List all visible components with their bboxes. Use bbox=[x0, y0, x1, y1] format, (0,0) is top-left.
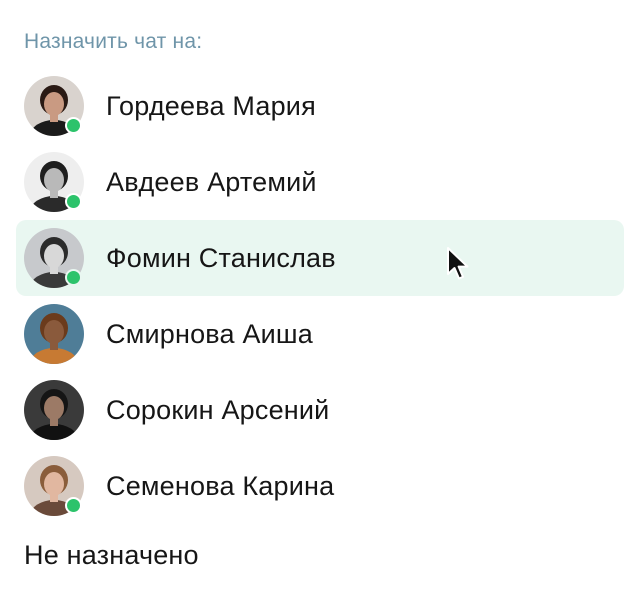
assignee-row[interactable]: Сорокин Арсений bbox=[16, 372, 624, 448]
assignee-row[interactable]: Гордеева Мария bbox=[16, 68, 624, 144]
assignee-name: Гордеева Мария bbox=[106, 90, 316, 121]
assignee-name: Смирнова Аиша bbox=[106, 318, 314, 349]
assignee-row[interactable]: Фомин Станислав bbox=[16, 220, 624, 296]
online-status-dot bbox=[65, 269, 82, 286]
assign-chat-heading: Назначить чат на: bbox=[24, 30, 203, 53]
assignee-row[interactable]: Смирнова Аиша bbox=[16, 296, 624, 372]
assignee-name: Фомин Станислав bbox=[106, 242, 336, 273]
assignee-row[interactable]: Семенова Карина bbox=[16, 448, 624, 524]
online-status-dot bbox=[65, 117, 82, 134]
avatar-man-smiling-icon bbox=[24, 228, 84, 288]
avatar-woman-light-hair-icon bbox=[24, 456, 84, 516]
assignee-name: Сорокин Арсений bbox=[106, 394, 330, 425]
online-status-dot bbox=[65, 497, 82, 514]
assignee-row[interactable]: Авдеев Артемий bbox=[16, 144, 624, 220]
unassigned-option[interactable]: Не назначено bbox=[24, 540, 199, 571]
mouse-cursor-icon bbox=[447, 247, 469, 280]
assignee-name: Семенова Карина bbox=[106, 470, 335, 501]
assignee-list: Гордеева Мария Авдеев Артемий Фомин Станис… bbox=[16, 68, 624, 524]
assignee-name: Авдеев Артемий bbox=[106, 166, 317, 197]
avatar-man-curly-beard-icon bbox=[24, 152, 84, 212]
assign-chat-panel: Назначить чат на: Гордеева Мария Авдеев А… bbox=[0, 0, 632, 600]
avatar-woman-dark-hair-icon bbox=[24, 76, 84, 136]
avatar-man-dark-hoodie-icon bbox=[24, 380, 84, 440]
avatar-woman-afro-icon bbox=[24, 304, 84, 364]
online-status-dot bbox=[65, 193, 82, 210]
